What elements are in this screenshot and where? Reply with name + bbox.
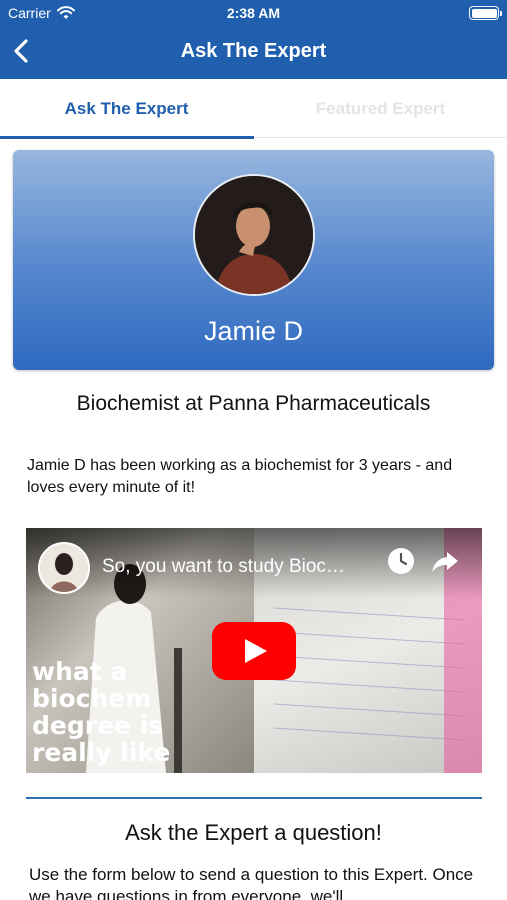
- video-overlay-text: what a biochem degree is really like: [32, 657, 171, 767]
- expert-profile-card: Jamie D: [13, 150, 494, 370]
- section-divider: [26, 797, 482, 799]
- battery-icon: [469, 6, 502, 20]
- video-title[interactable]: So, you want to study Bioc…: [102, 556, 392, 578]
- expert-bio: Jamie D has been working as a biochemist…: [27, 457, 453, 496]
- avatar: [193, 174, 315, 296]
- status-bar: Carrier 2:38 AM: [0, 0, 507, 28]
- question-instructions: Use the form below to send a question to…: [29, 865, 474, 900]
- video-player[interactable]: So, you want to study Bioc… what a bioch…: [26, 528, 482, 773]
- question-heading: Ask the Expert a question!: [125, 820, 382, 845]
- status-time: 2:38 AM: [226, 5, 281, 21]
- expert-photo: [195, 176, 313, 294]
- share-icon[interactable]: [430, 546, 460, 576]
- expert-role: Biochemist at Panna Pharmaceuticals: [76, 392, 431, 415]
- tab-featured-expert[interactable]: Featured Expert: [254, 79, 507, 138]
- watch-later-icon[interactable]: [388, 548, 414, 574]
- tab-bar: Ask The Expert Featured Expert: [0, 79, 507, 139]
- channel-avatar[interactable]: [38, 542, 90, 594]
- navigation-bar: Ask The Expert: [0, 30, 507, 74]
- expert-name: Jamie D: [203, 316, 304, 346]
- channel-photo: [40, 544, 88, 592]
- page-title: Ask The Expert: [180, 40, 327, 62]
- app-header: Carrier 2:38 AM Ask The Expert: [0, 0, 507, 79]
- tab-ask-the-expert[interactable]: Ask The Expert: [0, 79, 254, 139]
